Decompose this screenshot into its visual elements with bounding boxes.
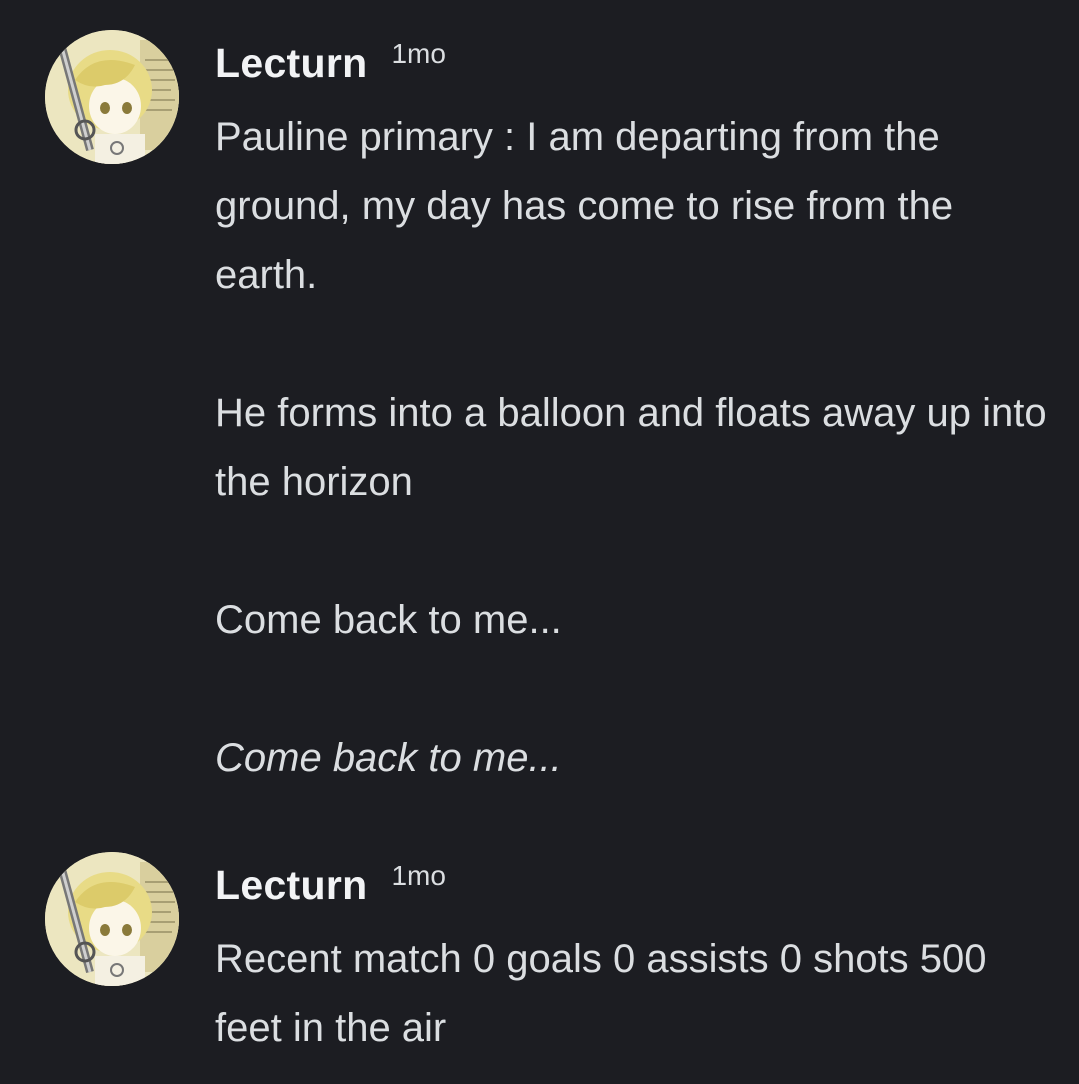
- anime-character-avatar-icon[interactable]: [45, 30, 179, 164]
- author-name[interactable]: Lecturn: [215, 862, 367, 908]
- message-content: Pauline primary : I am departing from th…: [215, 103, 1055, 793]
- message-paragraph: Recent match 0 goals 0 assists 0 shots 5…: [215, 937, 987, 1050]
- message-paragraph: He forms into a balloon and floats away …: [215, 391, 1047, 504]
- message-timestamp: 1mo: [391, 38, 446, 69]
- message-header: Lecturn 1mo: [215, 38, 446, 87]
- message-content: Recent match 0 goals 0 assists 0 shots 5…: [215, 925, 1055, 1063]
- message-paragraph: Come back to me...: [215, 598, 562, 642]
- message-header: Lecturn 1mo: [215, 860, 446, 909]
- anime-character-avatar-icon[interactable]: [45, 852, 179, 986]
- message-paragraph-italic: Come back to me...: [215, 736, 562, 780]
- message-paragraph: Pauline primary : I am departing from th…: [215, 115, 954, 297]
- message-timestamp: 1mo: [391, 860, 446, 891]
- author-name[interactable]: Lecturn: [215, 40, 367, 86]
